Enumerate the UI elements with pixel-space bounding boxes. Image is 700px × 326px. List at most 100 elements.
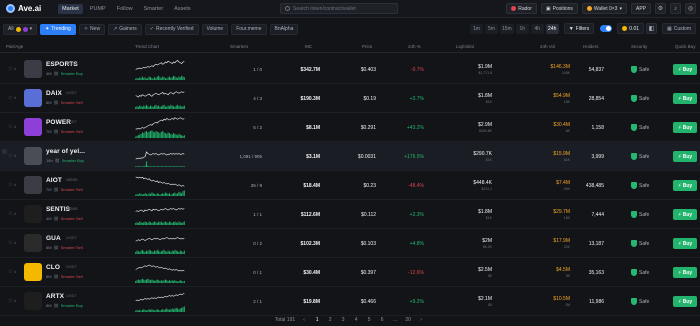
link-icon[interactable]: ⛓ [55,158,60,163]
time-15m[interactable]: 15m [499,23,514,34]
star-icon[interactable]: ☆ [8,298,12,304]
time-1h[interactable]: 1h [515,23,529,34]
quick-buy-button[interactable]: ⚡ Buy [673,64,697,75]
link-icon[interactable]: ⛓ [54,274,59,279]
tab-bnalpha[interactable]: BnAlpha [269,23,299,35]
link-icon[interactable]: ⛓ [54,100,59,105]
page-4[interactable]: 4 [352,317,360,323]
search-input[interactable]: Search token/contract/wallet [280,3,398,14]
page-20[interactable]: 20 [404,317,412,323]
security-status[interactable]: Safe [631,269,649,276]
page-2[interactable]: 2 [326,317,334,323]
app-button[interactable]: APP [630,3,651,14]
col-smarters[interactable]: Smarters [230,44,248,49]
next-page-icon[interactable]: › [417,317,425,323]
col-mc[interactable]: MC [305,44,312,49]
link-icon[interactable]: ⛓ [54,245,59,250]
star-icon[interactable]: ☆ [8,124,12,130]
table-row[interactable]: ☆ # DAIX 8M ⛓ Smarter Sell/USDT 4 / 3 $190.3M $0… [0,84,700,113]
amount-input[interactable]: 0.01 [617,23,645,34]
quick-buy-button[interactable]: ⚡ Buy [673,180,697,191]
nav-follow[interactable]: Follow [113,4,137,14]
col-change[interactable]: 24h % [408,44,421,49]
table-row[interactable]: ☆ # ARTX 8M ⛓ Smarter Buy/USDT 2 / 1 $19.8M $0.4… [0,287,700,316]
link-icon[interactable]: ⛓ [54,71,59,76]
star-icon[interactable]: ☆ [8,211,12,217]
nav-market[interactable]: Market [58,3,83,14]
preset-icon[interactable]: ◧ [646,23,658,34]
nav-smarter[interactable]: Smarter [140,4,168,14]
tab-recently-verified[interactable]: ✓ Recently Verified [144,23,199,35]
page-6[interactable]: 6 [378,317,386,323]
link-icon[interactable]: ⛓ [54,216,59,221]
quick-buy-button[interactable]: ⚡ Buy [673,296,697,307]
security-status[interactable]: Safe [631,153,649,160]
expand-handle[interactable] [2,149,7,154]
quick-buy-button[interactable]: ⚡ Buy [673,267,697,278]
gear-icon[interactable]: ⚙ [655,3,666,14]
quick-buy-button[interactable]: ⚡ Buy [673,93,697,104]
quick-buy-button[interactable]: ⚡ Buy [673,151,697,162]
table-row[interactable]: ☆ # GUA 8M ⛓ Smarter Sell/USDT 0 / 2 $102.3M $0.… [0,229,700,258]
chain-select[interactable]: All ▾ [3,23,38,35]
security-status[interactable]: Safe [631,240,649,247]
star-icon[interactable]: ☆ [8,66,12,72]
security-status[interactable]: Safe [631,124,649,131]
link-icon[interactable]: ⛓ [54,303,59,308]
page-5[interactable]: 5 [365,317,373,323]
quick-buy-button[interactable]: ⚡ Buy [673,122,697,133]
col-volume[interactable]: 24h Vol [540,44,555,49]
table-row[interactable]: ☆ # POWER 7M ⛓ Smarter Sell/USDT 5 / 2 $8.1M $0.… [0,113,700,142]
table-row[interactable]: ☆ # CLO 8M ⛓ Smarter Sell/USDT 0 / 1 $30.4M $0.3… [0,258,700,287]
security-status[interactable]: Safe [631,298,649,305]
filters-button[interactable]: ▼ Filters [563,23,595,34]
col-holders[interactable]: Holders [583,44,599,49]
col-liquidity[interactable]: Liq/Initial [456,44,474,49]
star-icon[interactable]: ☆ [8,153,12,159]
quick-buy-button[interactable]: ⚡ Buy [673,209,697,220]
quick-buy-toggle[interactable] [600,25,613,32]
time-4h[interactable]: 4h [530,23,544,34]
link-icon[interactable]: ⛓ [54,129,59,134]
time-5m[interactable]: 5m [484,23,498,34]
bell-icon[interactable]: ♪ [670,3,681,14]
token-name[interactable]: GUA [46,235,61,242]
quick-buy-button[interactable]: ⚡ Buy [673,238,697,249]
token-name[interactable]: CLO [46,264,60,271]
security-status[interactable]: Safe [631,95,649,102]
col-pair-age[interactable]: Pair/Age [6,44,23,49]
prev-page-icon[interactable]: ‹ [300,317,308,323]
star-icon[interactable]: ☆ [8,95,12,101]
logo[interactable]: Ave.ai [6,4,56,13]
link-icon[interactable]: ⛓ [54,187,59,192]
security-status[interactable]: Safe [631,182,649,189]
time-1m[interactable]: 1m [469,23,483,34]
positions-button[interactable]: ▣ Positions [540,3,578,14]
tab-volume[interactable]: Volume [201,23,229,35]
tab-new[interactable]: ✧ New [78,23,106,35]
security-status[interactable]: Safe [631,211,649,218]
token-name[interactable]: AIOT [46,177,62,184]
tab-trending[interactable]: ✦ Trending [40,23,76,35]
tab-four-meme[interactable]: Four.meme [231,23,267,35]
token-name[interactable]: year of yel... [46,148,85,155]
rador-button[interactable]: Rador [506,3,537,14]
custom-button[interactable]: ▦ Custom [662,23,696,34]
nav-pump[interactable]: PUMP [86,4,110,14]
token-name[interactable]: DAIX [46,90,62,97]
language-icon[interactable]: ◎ [685,3,696,14]
wallet-button[interactable]: Wallet 0×3 ▾ [581,3,627,14]
token-name[interactable]: ARTX [46,293,64,300]
security-status[interactable]: Safe [631,66,649,73]
star-icon[interactable]: ☆ [8,182,12,188]
page-3[interactable]: 3 [339,317,347,323]
table-row[interactable]: ☆ # year of yel... 16h ⛓ Smarter Buy 1,091 / 9… [0,142,700,171]
star-icon[interactable]: ☆ [8,269,12,275]
time-24h[interactable]: 24h [545,23,559,34]
table-row[interactable]: ☆ # ESPORTS 4M ⛓ Smarter Buy/WBNB 1 / 0 $342.7M… [0,55,700,84]
table-row[interactable]: ☆ # SENTIS 4M ⛓ Smarter Sell/WBNB 1 / 1 $112.6M… [0,200,700,229]
page-1[interactable]: 1 [313,317,321,323]
nav-assets[interactable]: Assets [170,4,195,14]
star-icon[interactable]: ☆ [8,240,12,246]
tab-gainers[interactable]: ↗ Gainers [108,23,142,35]
